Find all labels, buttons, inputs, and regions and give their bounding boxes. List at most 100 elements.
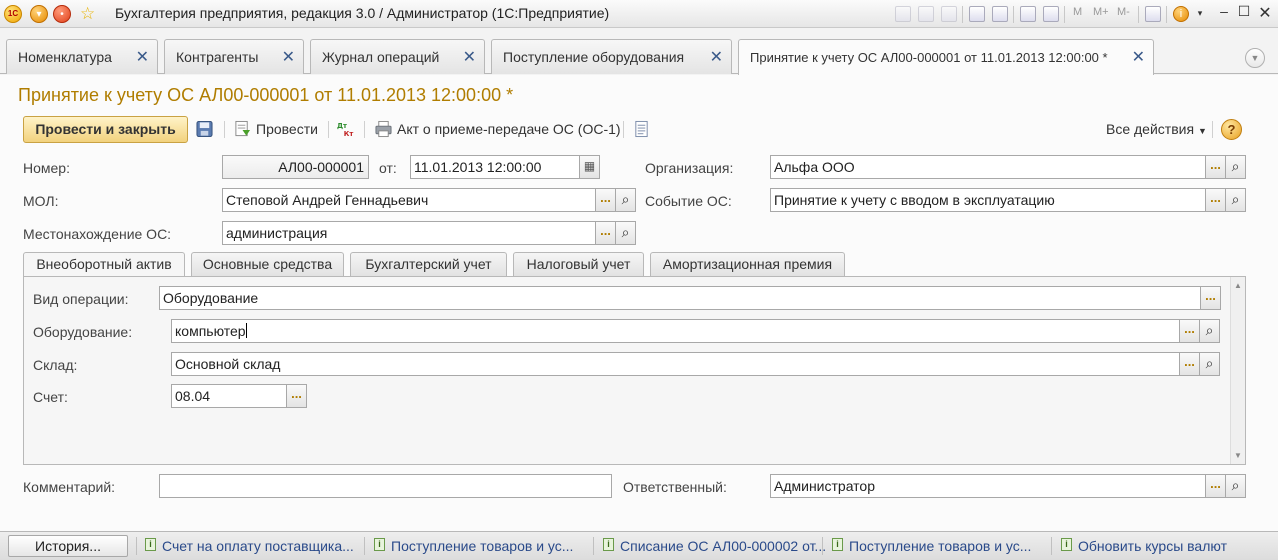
search-icon[interactable]: ⌕: [1200, 319, 1220, 343]
history-item[interactable]: Счет на оплату поставщика...: [162, 538, 354, 554]
tab-asset-acceptance[interactable]: Принятие к учету ОС АЛ00-000001 от 11.01…: [738, 39, 1154, 75]
preview-icon[interactable]: [941, 6, 957, 22]
post-button[interactable]: Провести: [256, 121, 318, 137]
history-separator: [822, 537, 823, 555]
save-icon[interactable]: [895, 6, 911, 22]
warehouse-field[interactable]: Основной склад: [171, 352, 1180, 376]
comment-field[interactable]: [159, 474, 612, 498]
info-icon: i: [603, 538, 614, 551]
number-field[interactable]: АЛ00-000001: [222, 155, 369, 179]
tab-nomenclature[interactable]: Номенклатура ✕: [6, 39, 158, 74]
choose-ellipsis-icon[interactable]: ...: [1206, 188, 1226, 212]
chevron-down-icon: ▼: [1197, 126, 1207, 136]
svg-text:Кт: Кт: [344, 130, 354, 138]
history-item[interactable]: Поступление товаров и ус...: [849, 538, 1031, 554]
event-field[interactable]: Принятие к учету с вводом в эксплуатацию: [770, 188, 1206, 212]
info-icon: i: [1061, 538, 1072, 551]
search-icon[interactable]: ⌕: [1226, 155, 1246, 179]
tab-fixed-assets[interactable]: Основные средства: [191, 252, 344, 276]
choose-ellipsis-icon[interactable]: ...: [287, 384, 307, 408]
search-icon[interactable]: ⌕: [1226, 188, 1246, 212]
text-cursor: [245, 323, 247, 338]
tabs-menu-icon[interactable]: ▼: [1245, 48, 1265, 68]
toolbar-separator: [1013, 6, 1014, 23]
main-menu-icon[interactable]: ▾: [30, 5, 48, 23]
close-tab-icon[interactable]: ✕: [1132, 47, 1145, 67]
post-icon[interactable]: [234, 120, 251, 138]
close-tab-icon[interactable]: ✕: [282, 47, 295, 67]
post-and-close-button[interactable]: Провести и закрыть: [23, 116, 188, 143]
operation-type-field[interactable]: Оборудование: [159, 286, 1201, 310]
search-icon[interactable]: ⌕: [616, 221, 636, 245]
home-icon[interactable]: •: [53, 5, 71, 23]
tab-equipment-receipt[interactable]: Поступление оборудования ✕: [491, 39, 732, 74]
tab-label: Журнал операций: [322, 49, 440, 65]
print-icon[interactable]: [375, 120, 392, 138]
close-tab-icon[interactable]: ✕: [463, 47, 476, 67]
responsible-field[interactable]: Администратор: [770, 474, 1206, 498]
calendar-icon[interactable]: [1043, 6, 1059, 22]
organization-field[interactable]: Альфа ООО: [770, 155, 1206, 179]
print-act-os1-button[interactable]: Акт о приеме-передаче ОС (ОС-1): [397, 121, 621, 137]
app-logo-icon[interactable]: 1С: [4, 5, 22, 23]
mol-field[interactable]: Степовой Андрей Геннадьевич: [222, 188, 596, 212]
memory-plus-button[interactable]: M+: [1093, 6, 1109, 18]
close-tab-icon[interactable]: ✕: [136, 47, 149, 67]
organization-label: Организация:: [645, 160, 734, 176]
print-icon[interactable]: [918, 6, 934, 22]
minimize-icon[interactable]: –: [1214, 3, 1234, 19]
title-bar: 1С ▾ • ☆ Бухгалтерия предприятия, редакц…: [0, 0, 1278, 28]
tab-accounting[interactable]: Бухгалтерский учет: [350, 252, 507, 276]
info-icon: i: [832, 538, 843, 551]
panel-scrollbar[interactable]: ▲ ▼: [1230, 277, 1245, 464]
history-item[interactable]: Поступление товаров и ус...: [391, 538, 573, 554]
tab-counterparties[interactable]: Контрагенты ✕: [164, 39, 304, 74]
memory-button[interactable]: M: [1073, 6, 1082, 18]
account-field[interactable]: 08.04: [171, 384, 287, 408]
location-label: Местонахождение ОС:: [23, 226, 172, 242]
help-icon[interactable]: ?: [1221, 119, 1242, 140]
favorites-star-icon[interactable]: ☆: [80, 4, 95, 24]
structure-icon[interactable]: [633, 120, 650, 138]
command-separator: [224, 121, 225, 138]
choose-ellipsis-icon[interactable]: ...: [596, 221, 616, 245]
choose-ellipsis-icon[interactable]: ...: [596, 188, 616, 212]
location-field[interactable]: администрация: [222, 221, 596, 245]
memory-minus-button[interactable]: M-: [1117, 6, 1130, 18]
account-label: Счет:: [33, 389, 68, 405]
tab-tax-accounting[interactable]: Налоговый учет: [513, 252, 644, 276]
date-field[interactable]: 11.01.2013 12:00:00: [410, 155, 580, 179]
debit-credit-icon[interactable]: Дт Кт: [337, 120, 354, 138]
calendar-icon[interactable]: ▦: [580, 155, 600, 179]
choose-ellipsis-icon[interactable]: ...: [1180, 352, 1200, 376]
scroll-down-icon[interactable]: ▼: [1234, 451, 1242, 460]
choose-ellipsis-icon[interactable]: ...: [1180, 319, 1200, 343]
all-actions-menu[interactable]: Все действия ▼: [1106, 121, 1207, 137]
info-icon[interactable]: i: [1173, 6, 1189, 22]
choose-ellipsis-icon[interactable]: ...: [1201, 286, 1221, 310]
command-separator: [1212, 121, 1213, 138]
windows-icon[interactable]: [1145, 6, 1161, 22]
info-dropdown-icon[interactable]: ▾: [1190, 8, 1210, 19]
close-tab-icon[interactable]: ✕: [710, 47, 723, 67]
bookmark-icon[interactable]: [992, 6, 1008, 22]
calculator-icon[interactable]: [1020, 6, 1036, 22]
history-item[interactable]: Списание ОС АЛ00-000002 от...: [620, 538, 826, 554]
search-icon[interactable]: ⌕: [1226, 474, 1246, 498]
choose-ellipsis-icon[interactable]: ...: [1206, 474, 1226, 498]
tab-depreciation-bonus[interactable]: Амортизационная премия: [650, 252, 845, 276]
history-button[interactable]: История...: [8, 535, 128, 557]
tab-operations-journal[interactable]: Журнал операций ✕: [310, 39, 485, 74]
maximize-icon[interactable]: ☐: [1234, 3, 1254, 20]
window-title: Бухгалтерия предприятия, редакция 3.0 / …: [115, 5, 610, 21]
equipment-field[interactable]: компьютер: [171, 319, 1180, 343]
search-icon[interactable]: ⌕: [616, 188, 636, 212]
tab-noncurrent-asset[interactable]: Внеоборотный актив: [23, 252, 185, 277]
close-window-icon[interactable]: ✕: [1255, 3, 1275, 23]
save-icon[interactable]: [196, 120, 213, 138]
history-item[interactable]: Обновить курсы валют: [1078, 538, 1227, 554]
scroll-up-icon[interactable]: ▲: [1234, 281, 1242, 290]
choose-ellipsis-icon[interactable]: ...: [1206, 155, 1226, 179]
add-favorite-icon[interactable]: [969, 6, 985, 22]
search-icon[interactable]: ⌕: [1200, 352, 1220, 376]
